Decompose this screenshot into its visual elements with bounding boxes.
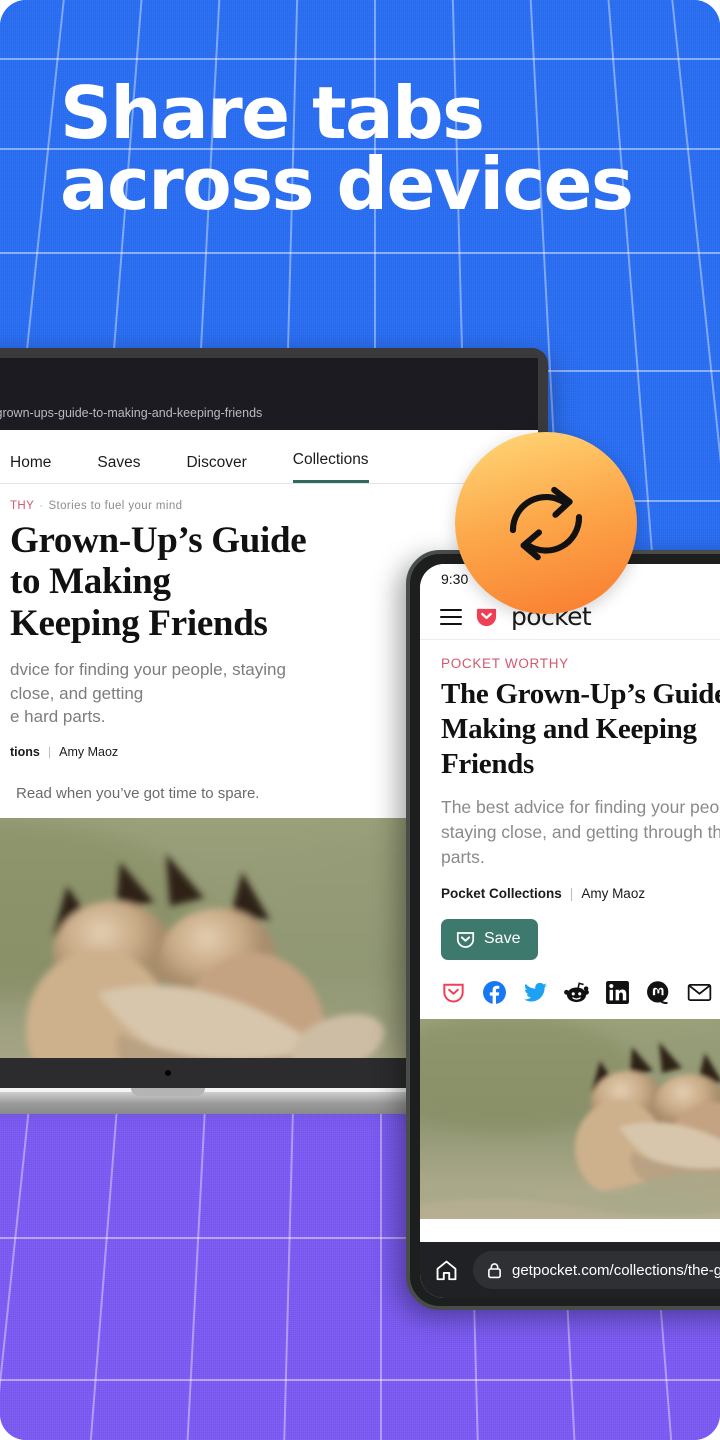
- url-path: /collections/the-grown-ups-guide-to-maki…: [0, 406, 263, 420]
- article-kicker-tag: THY: [10, 500, 35, 512]
- twitter-icon[interactable]: [523, 980, 548, 1005]
- laptop-notch: [131, 1088, 205, 1096]
- article-title-line2: Keeping Friends: [10, 602, 268, 644]
- byline-author: Amy Maoz: [59, 744, 119, 759]
- sync-icon: [509, 486, 583, 561]
- status-time: 9:30: [441, 571, 469, 587]
- phone-fox-photo-illustration: [420, 1018, 720, 1219]
- nav-item-collections[interactable]: Collections: [292, 451, 369, 483]
- phone-article-kicker: POCKET WORTHY: [441, 656, 569, 671]
- phone-address-bar[interactable]: getpocket.com/collections/the-g: [473, 1251, 720, 1289]
- phone-article-body: POCKET WORTHY The Grown-Up’s Guide to Ma…: [420, 640, 720, 1005]
- phone-screen: 9:30 5G pocket: [420, 564, 720, 1298]
- article-note: Read when you’ve got time to spare.: [16, 784, 260, 802]
- article-dek-line1: dvice for finding your people, staying c…: [10, 660, 286, 703]
- browser-tab-strip: akin ✕ +: [0, 358, 538, 396]
- home-icon[interactable]: [434, 1258, 459, 1283]
- phone-browser-bottom-bar: getpocket.com/collections/the-g: [420, 1242, 720, 1298]
- pocket-icon[interactable]: [441, 980, 466, 1005]
- email-icon[interactable]: [687, 980, 712, 1005]
- phone-byline-separator: |: [569, 885, 574, 901]
- save-button-label: Save: [484, 930, 521, 948]
- linkedin-icon[interactable]: [605, 980, 630, 1005]
- phone-byline-source: Pocket Collections: [441, 885, 562, 901]
- share-icon-row: [441, 980, 720, 1005]
- mastodon-icon[interactable]: [646, 980, 671, 1005]
- phone-byline-author: Amy Maoz: [581, 885, 646, 901]
- nav-item-saves[interactable]: Saves: [97, 454, 140, 483]
- pocket-logo-icon: [476, 608, 497, 627]
- site-nav: Home Saves Discover Collections: [0, 430, 538, 484]
- hamburger-icon[interactable]: [440, 608, 462, 625]
- sync-badge: [455, 432, 637, 614]
- reddit-icon[interactable]: [564, 980, 589, 1005]
- phone-article-dek: The best advice for finding your people,…: [441, 797, 720, 868]
- article-title: Grown-Up’s Guide to Making Keeping Frien…: [10, 520, 326, 644]
- nav-item-home[interactable]: Home: [10, 454, 51, 483]
- hero-headline: Share tabs across devices: [60, 77, 720, 227]
- save-button[interactable]: Save: [441, 918, 539, 960]
- phone-shell: 9:30 5G pocket: [406, 550, 720, 1310]
- byline-separator: |: [47, 744, 52, 759]
- pocket-save-icon: [456, 932, 475, 948]
- byline-source: tions: [10, 744, 40, 759]
- screenshot-root: Share tabs across devices akin ✕ + ://ge…: [0, 0, 720, 1440]
- phone-url-text: getpocket.com/collections/the-g: [512, 1261, 720, 1279]
- nav-item-discover[interactable]: Discover: [186, 454, 246, 483]
- article-kicker-sub: Stories to fuel your mind: [48, 500, 183, 512]
- article-title-line1: Grown-Up’s Guide to Making: [10, 520, 307, 603]
- camera-dot-icon: [165, 1070, 171, 1076]
- facebook-icon[interactable]: [482, 980, 507, 1005]
- browser-address-bar[interactable]: ://getpocket.com/collections/the-grown-u…: [0, 396, 538, 430]
- phone-article-byline: Pocket Collections | Amy Maoz: [441, 886, 720, 901]
- browser-chrome: akin ✕ + ://getpocket.com/collections/th…: [0, 358, 538, 430]
- phone-article-photo: [420, 1018, 720, 1219]
- phone-article-title: The Grown-Up’s Guide to Making and Keepi…: [441, 678, 720, 780]
- lock-icon: [488, 1262, 501, 1278]
- article-kicker: THY · Stories to fuel your mind: [10, 500, 183, 512]
- article-byline: tions | Amy Maoz: [10, 745, 326, 759]
- article-dek: dvice for finding your people, staying c…: [10, 658, 326, 728]
- phone-mockup: 9:30 5G pocket: [406, 550, 720, 1310]
- hero-headline-line2: across devices: [60, 142, 634, 227]
- article-dek-line2: e hard parts.: [10, 707, 106, 727]
